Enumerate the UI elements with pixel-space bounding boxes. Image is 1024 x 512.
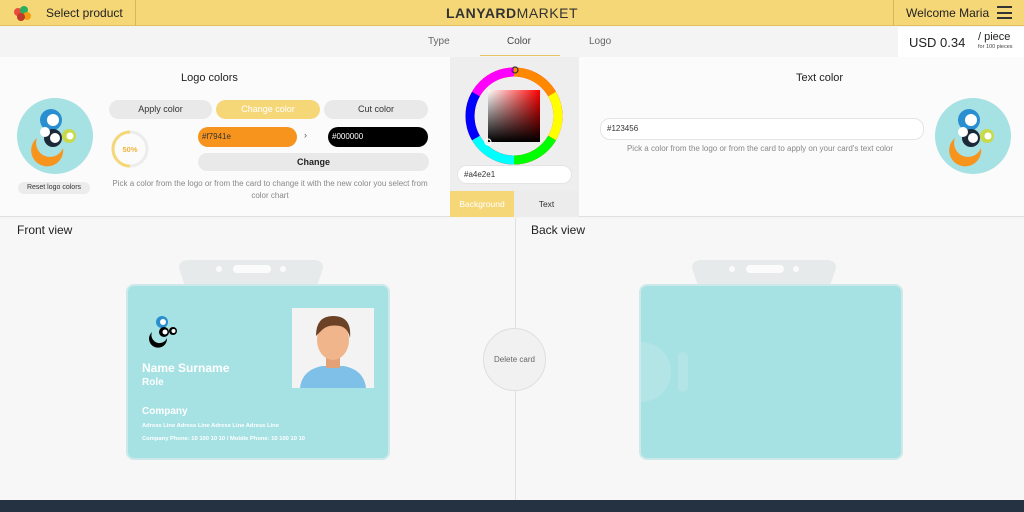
brand-logo[interactable]: LANYARDMARKET	[0, 5, 1024, 21]
back-view-title: Back view	[531, 223, 586, 237]
text-color-hint: Pick a color from the logo or from the c…	[626, 144, 894, 153]
front-view-title: Front view	[17, 223, 73, 237]
tab-color[interactable]: Color	[507, 36, 531, 47]
color-wheel[interactable]	[462, 64, 566, 168]
logo-colors-hint: Pick a color from the logo or from the c…	[112, 179, 428, 200]
card-photo[interactable]	[292, 308, 374, 388]
logo-preview[interactable]	[17, 98, 93, 174]
card-address[interactable]: Adress Line Adress Line Adress Line Adre…	[142, 423, 279, 429]
person-avatar-icon	[292, 308, 374, 388]
price-note: for 100 pieces	[978, 44, 1013, 50]
price-box: USD 0.34 / piece for 100 pieces	[898, 27, 1024, 57]
progress-label: 50%	[122, 145, 138, 154]
price-unit: / piece	[978, 31, 1011, 43]
active-tab-indicator	[480, 55, 560, 56]
back-card[interactable]	[639, 284, 903, 460]
from-color-field[interactable]: #f7941e	[198, 127, 297, 147]
back-card-slot	[678, 352, 688, 392]
tab-logo[interactable]: Logo	[589, 36, 611, 47]
card-logo-icon[interactable]	[148, 314, 184, 350]
logo-colors-title: Logo colors	[181, 72, 238, 84]
hamburger-menu-icon[interactable]	[997, 6, 1012, 19]
user-menu[interactable]: Welcome Maria	[893, 0, 1024, 26]
text-color-input[interactable]: #123456	[600, 118, 924, 140]
change-button[interactable]: Change	[198, 153, 429, 171]
top-bar: Select product LANYARDMARKET Welcome Mar…	[0, 0, 1024, 26]
card-phones[interactable]: Company Phone: 10 100 10 10 / Mobile Pho…	[142, 436, 305, 442]
to-color-field[interactable]: #000000	[328, 127, 428, 147]
text-color-title: Text color	[796, 72, 844, 84]
company-logo-icon	[949, 109, 994, 167]
company-logo-icon	[31, 109, 76, 167]
brand-light: MARKET	[516, 5, 578, 21]
cut-color-button[interactable]: Cut color	[324, 100, 428, 119]
footer-bar	[0, 500, 1024, 512]
price-amount: USD 0.34	[909, 35, 966, 50]
delete-card-button[interactable]: Delete card	[483, 328, 546, 391]
card-views: Front view Back view Name Surname Role C…	[0, 218, 1024, 500]
picker-hex-input[interactable]: #a4e2e1	[457, 165, 572, 184]
tab-text[interactable]: Text	[514, 191, 579, 217]
card-role[interactable]: Role	[142, 377, 164, 388]
back-card-cutout	[641, 342, 671, 402]
tab-background[interactable]: Background	[450, 191, 514, 217]
color-controls-panel: Logo colors Reset logo colors Apply colo…	[0, 57, 1024, 217]
step-tabs: Type Color Logo	[0, 27, 1024, 57]
card-name[interactable]: Name Surname	[142, 361, 229, 375]
change-color-button[interactable]: Change color	[216, 100, 320, 119]
welcome-text: Welcome Maria	[906, 6, 990, 20]
apply-color-button[interactable]: Apply color	[109, 100, 212, 119]
tab-type[interactable]: Type	[428, 36, 450, 47]
card-company[interactable]: Company	[142, 406, 188, 417]
text-color-logo-preview[interactable]	[935, 98, 1011, 174]
chevron-right-icon: ›	[304, 130, 307, 140]
reset-logo-colors-button[interactable]: Reset logo colors	[18, 182, 90, 194]
brand-bold: LANYARD	[446, 5, 517, 21]
